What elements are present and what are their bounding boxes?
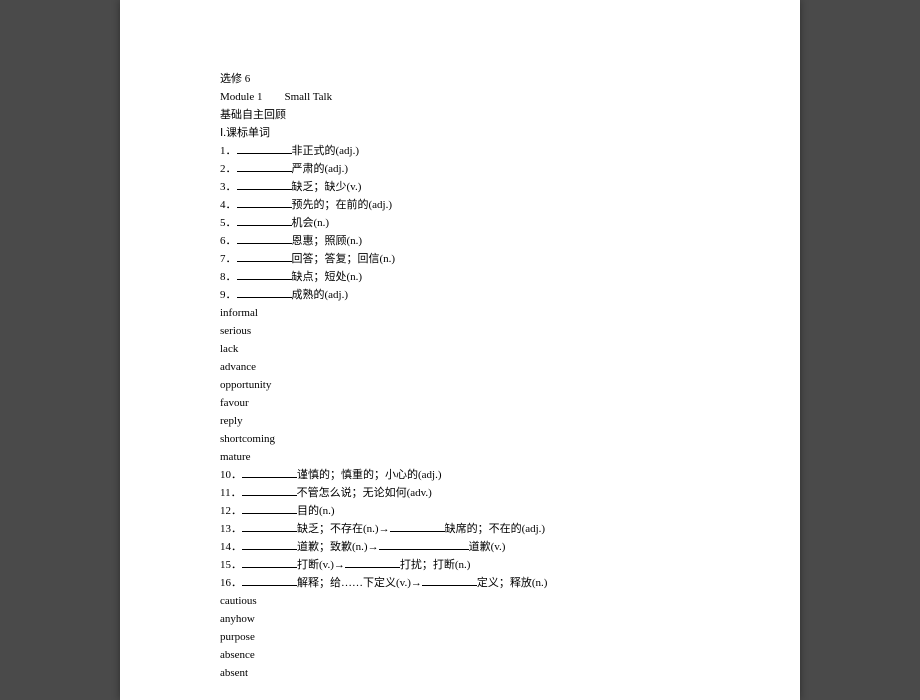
vocab-item: 11．不管怎么说；无论如何(adv.) xyxy=(220,484,700,502)
vocab-item: 2．严肃的(adj.) xyxy=(220,160,700,178)
blank-field xyxy=(390,520,445,532)
vocab-item: 1．非正式的(adj.) xyxy=(220,142,700,160)
blank-field xyxy=(237,232,292,244)
blank-field xyxy=(237,268,292,280)
answer-word: absent xyxy=(220,664,700,682)
module-title: Small Talk xyxy=(284,91,332,103)
subsection-label: Ⅰ.课标单词 xyxy=(220,124,700,142)
answer-word: anyhow xyxy=(220,610,700,628)
vocab-item: 15．打断(v.)→打扰；打断(n.) xyxy=(220,556,700,574)
blank-field xyxy=(379,538,469,550)
answer-word: lack xyxy=(220,340,700,358)
blank-field xyxy=(242,556,297,568)
answer-word: favour xyxy=(220,394,700,412)
vocab-item: 4．预先的；在前的(adj.) xyxy=(220,196,700,214)
blank-field xyxy=(345,556,400,568)
vocab-item: 3．缺乏；缺少(v.) xyxy=(220,178,700,196)
section-label: 基础自主回顾 xyxy=(220,106,700,124)
book-label: 选修 6 xyxy=(220,70,700,88)
blank-field xyxy=(237,250,292,262)
answer-word: purpose xyxy=(220,628,700,646)
answer-word: shortcoming xyxy=(220,430,700,448)
vocab-item: 6．恩惠；照顾(n.) xyxy=(220,232,700,250)
blank-field xyxy=(237,196,292,208)
vocab-item: 13．缺乏；不存在(n.)→缺席的；不在的(adj.) xyxy=(220,520,700,538)
vocab-item: 8．缺点；短处(n.) xyxy=(220,268,700,286)
answer-word: mature xyxy=(220,448,700,466)
vocab-item: 16．解释；给……下定义(v.)→定义；释放(n.) xyxy=(220,574,700,592)
answer-word: advance xyxy=(220,358,700,376)
blank-field xyxy=(242,466,297,478)
blank-field xyxy=(237,286,292,298)
blank-field xyxy=(237,214,292,226)
blank-field xyxy=(237,178,292,190)
answer-word: absence xyxy=(220,646,700,664)
blank-field xyxy=(237,160,292,172)
document-page: 选修 6 Module 1 Small Talk 基础自主回顾 Ⅰ.课标单词 1… xyxy=(120,0,800,700)
answer-word: serious xyxy=(220,322,700,340)
answer-word: cautious xyxy=(220,592,700,610)
vocab-item: 12．目的(n.) xyxy=(220,502,700,520)
blank-field xyxy=(237,142,292,154)
vocab-item: 10．谨慎的；慎重的；小心的(adj.) xyxy=(220,466,700,484)
module-label: Module 1 xyxy=(220,91,262,103)
blank-field xyxy=(242,538,297,550)
blank-field xyxy=(242,574,297,586)
vocab-item: 7．回答；答复；回信(n.) xyxy=(220,250,700,268)
blank-field xyxy=(242,520,297,532)
blank-field xyxy=(242,484,297,496)
vocab-item: 9．成熟的(adj.) xyxy=(220,286,700,304)
vocab-item: 14．道歉；致歉(n.)→道歉(v.) xyxy=(220,538,700,556)
blank-field xyxy=(242,502,297,514)
answer-word: informal xyxy=(220,304,700,322)
blank-field xyxy=(422,574,477,586)
vocab-item: 5．机会(n.) xyxy=(220,214,700,232)
module-line: Module 1 Small Talk xyxy=(220,88,700,106)
answer-word: reply xyxy=(220,412,700,430)
answer-word: opportunity xyxy=(220,376,700,394)
